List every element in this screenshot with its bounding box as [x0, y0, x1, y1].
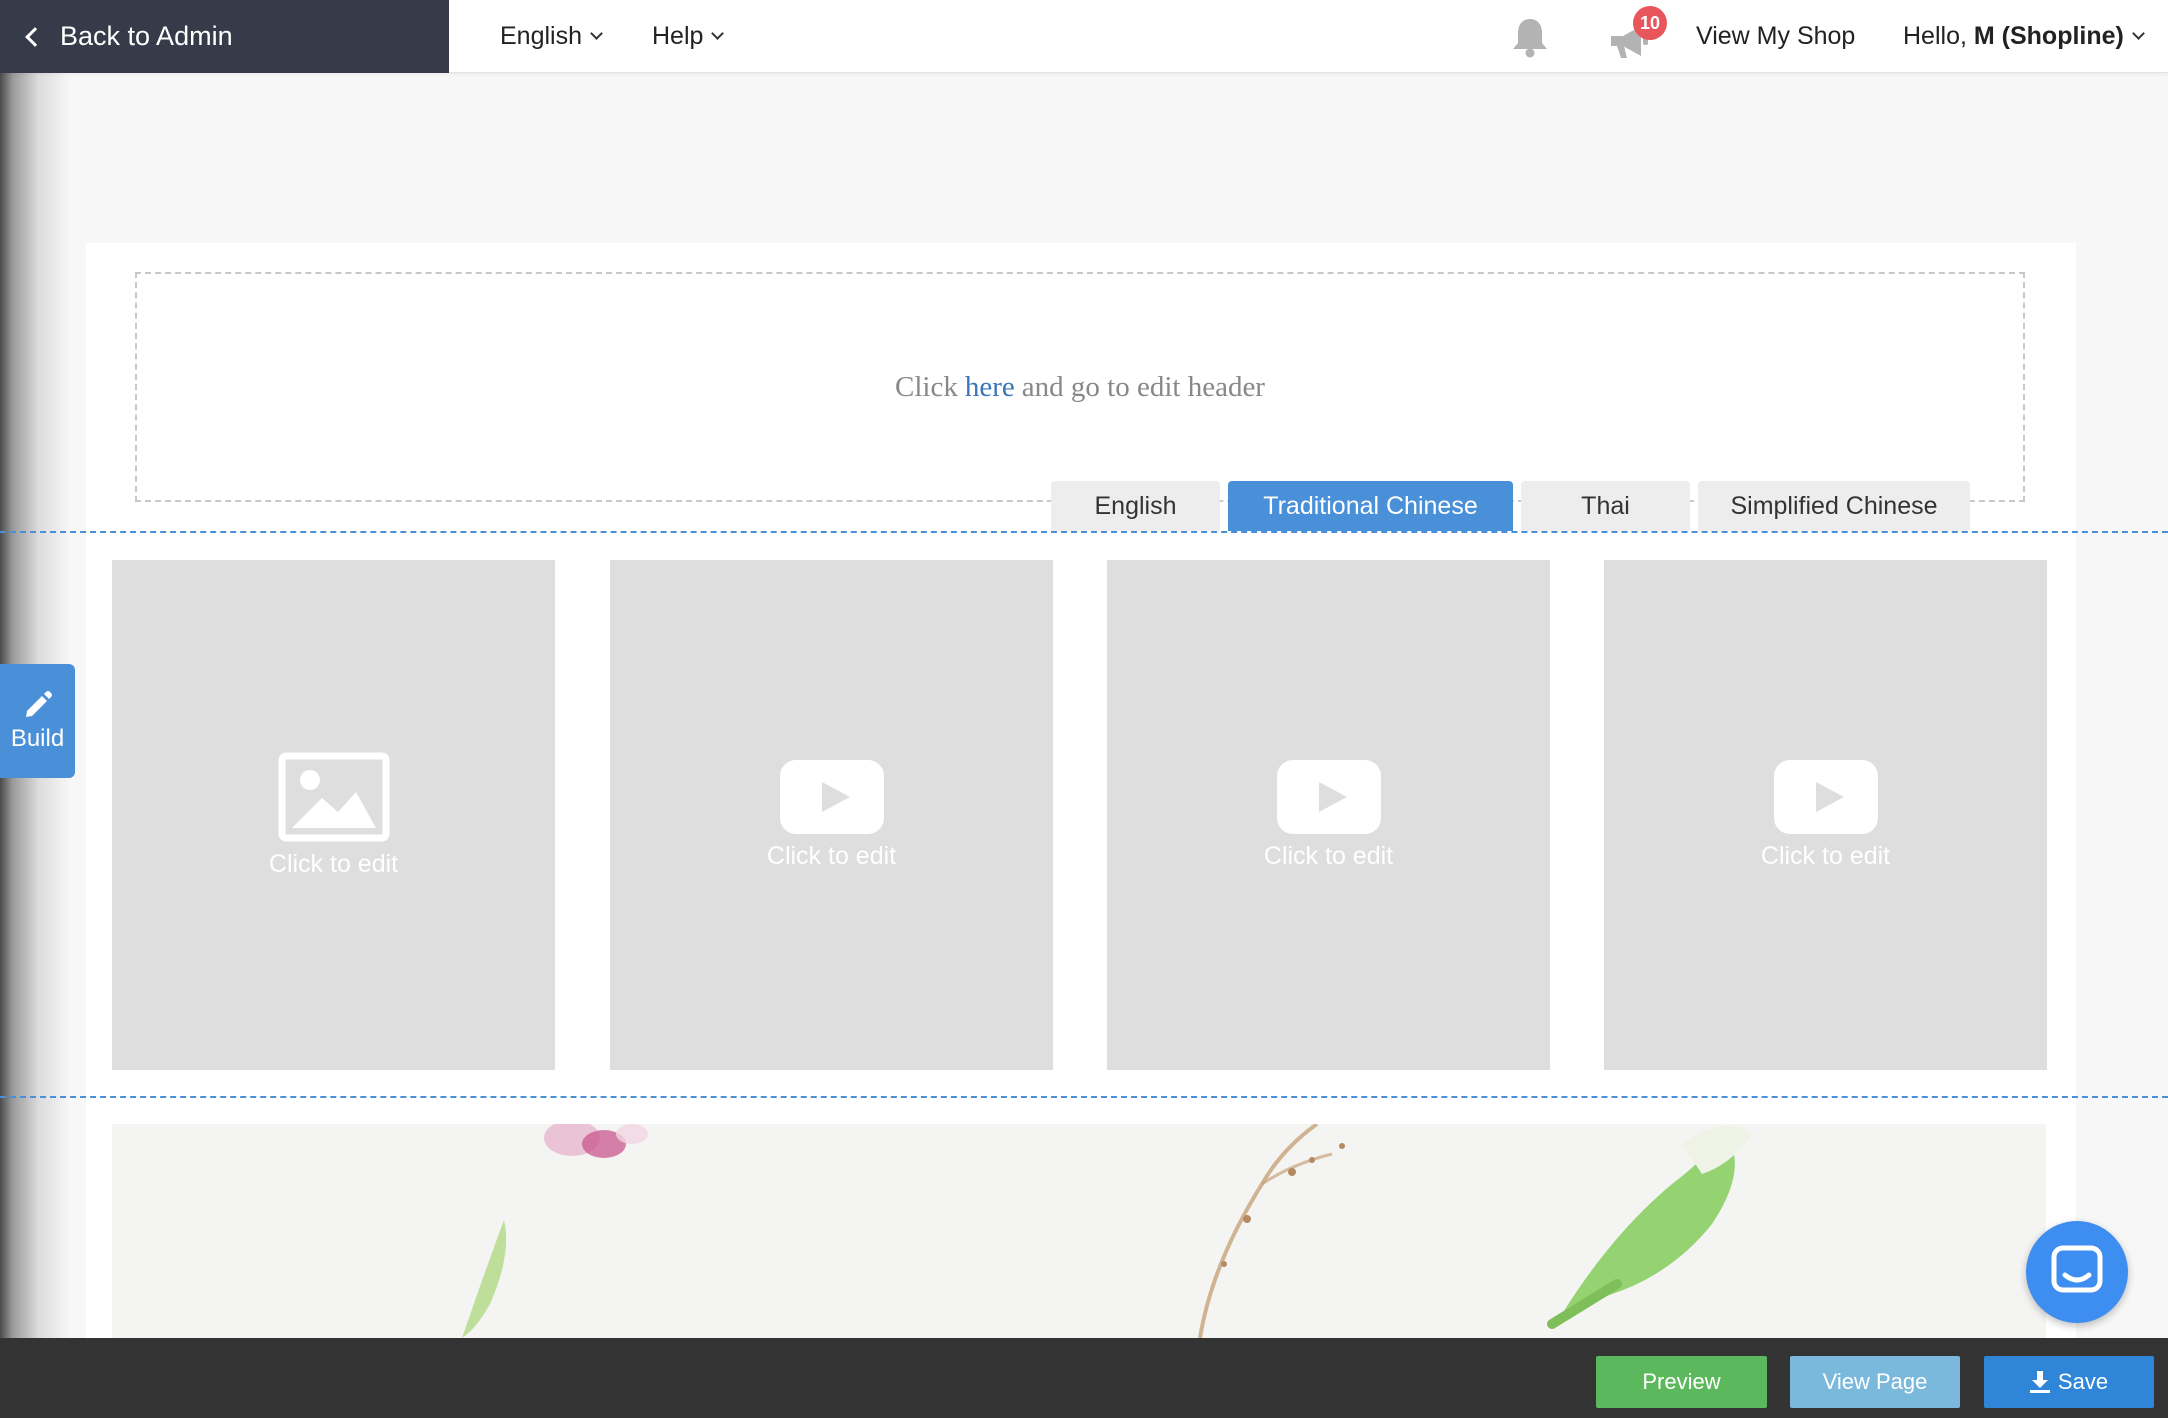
media-tile-video[interactable]: Click to edit	[610, 560, 1053, 1070]
image-placeholder-icon	[278, 752, 389, 841]
language-tabs: English Traditional Chinese Thai Simplif…	[1051, 481, 1978, 531]
chevron-down-icon	[2131, 27, 2145, 40]
download-icon	[2029, 1371, 2050, 1393]
tile-label: Click to edit	[1760, 841, 1891, 870]
tile-label: Click to edit	[1263, 841, 1394, 870]
edit-header-link[interactable]: here	[965, 371, 1015, 404]
save-button[interactable]: Save	[1984, 1356, 2154, 1408]
user-menu-dropdown[interactable]: Hello, M (Shopline)	[1903, 0, 2145, 73]
section-divider-top	[0, 531, 2168, 533]
notification-count-badge: 10	[1633, 6, 1667, 40]
video-play-icon	[1276, 759, 1381, 834]
view-page-label: View Page	[1822, 1369, 1928, 1394]
header-text-after: and go to edit header	[1021, 370, 1265, 403]
media-tile-video[interactable]: Click to edit	[1604, 560, 2047, 1070]
media-tile-image[interactable]: Click to edit	[112, 560, 555, 1070]
preview-button[interactable]: Preview	[1596, 1356, 1767, 1408]
chevron-down-icon	[590, 27, 603, 40]
tab-english-label: English	[1094, 491, 1177, 520]
floral-banner-image[interactable]	[112, 1124, 2046, 1338]
tab-thai-label: Thai	[1581, 491, 1630, 520]
top-bar: Back to Admin English Help 10 View My Sh…	[0, 0, 2168, 73]
chevron-down-icon	[711, 27, 725, 40]
preview-label: Preview	[1642, 1369, 1721, 1394]
video-play-icon	[779, 759, 884, 834]
build-label: Build	[10, 725, 65, 752]
video-play-icon	[1773, 759, 1878, 834]
chat-support-button[interactable]	[2026, 1221, 2128, 1323]
tab-thai[interactable]: Thai	[1521, 481, 1690, 531]
chevron-left-icon	[25, 26, 45, 47]
pencil-icon	[25, 691, 52, 717]
help-dropdown[interactable]: Help	[652, 0, 725, 73]
view-my-shop-label: View My Shop	[1696, 22, 1856, 50]
tab-english[interactable]: English	[1051, 481, 1220, 531]
build-button[interactable]: Build	[0, 664, 75, 778]
media-tile-video[interactable]: Click to edit	[1107, 560, 1550, 1070]
announcements-button[interactable]: 10	[1600, 0, 1672, 73]
view-page-button[interactable]: View Page	[1790, 1356, 1960, 1408]
bottom-action-bar: Preview View Page Save	[0, 1338, 2168, 1418]
header-placeholder[interactable]: Click here and go to edit header	[135, 272, 2025, 502]
tab-traditional-chinese-label: Traditional Chinese	[1263, 491, 1478, 520]
tile-label: Click to edit	[268, 849, 399, 878]
floral-decoration	[462, 1124, 1752, 1338]
back-to-admin-label: Back to Admin	[60, 21, 233, 51]
header-text-before: Click	[895, 370, 958, 403]
tab-simplified-chinese-label: Simplified Chinese	[1730, 491, 1938, 520]
help-dropdown-label: Help	[652, 22, 704, 50]
tab-simplified-chinese[interactable]: Simplified Chinese	[1698, 481, 1970, 531]
save-label: Save	[2057, 1369, 2109, 1394]
bell-icon	[1513, 18, 1547, 57]
language-dropdown-label: English	[500, 22, 582, 50]
tile-label: Click to edit	[766, 841, 897, 870]
hello-prefix: Hello,	[1903, 22, 1967, 50]
section-divider-bottom	[0, 1096, 2168, 1098]
user-name: M (Shopline)	[1973, 22, 2124, 50]
chat-icon	[2051, 1245, 2103, 1293]
back-to-admin-button[interactable]: Back to Admin	[0, 0, 449, 73]
view-my-shop-link[interactable]: View My Shop	[1696, 0, 1855, 73]
notifications-button[interactable]	[1505, 0, 1555, 73]
language-dropdown[interactable]: English	[500, 0, 603, 73]
tab-traditional-chinese[interactable]: Traditional Chinese	[1228, 481, 1513, 531]
